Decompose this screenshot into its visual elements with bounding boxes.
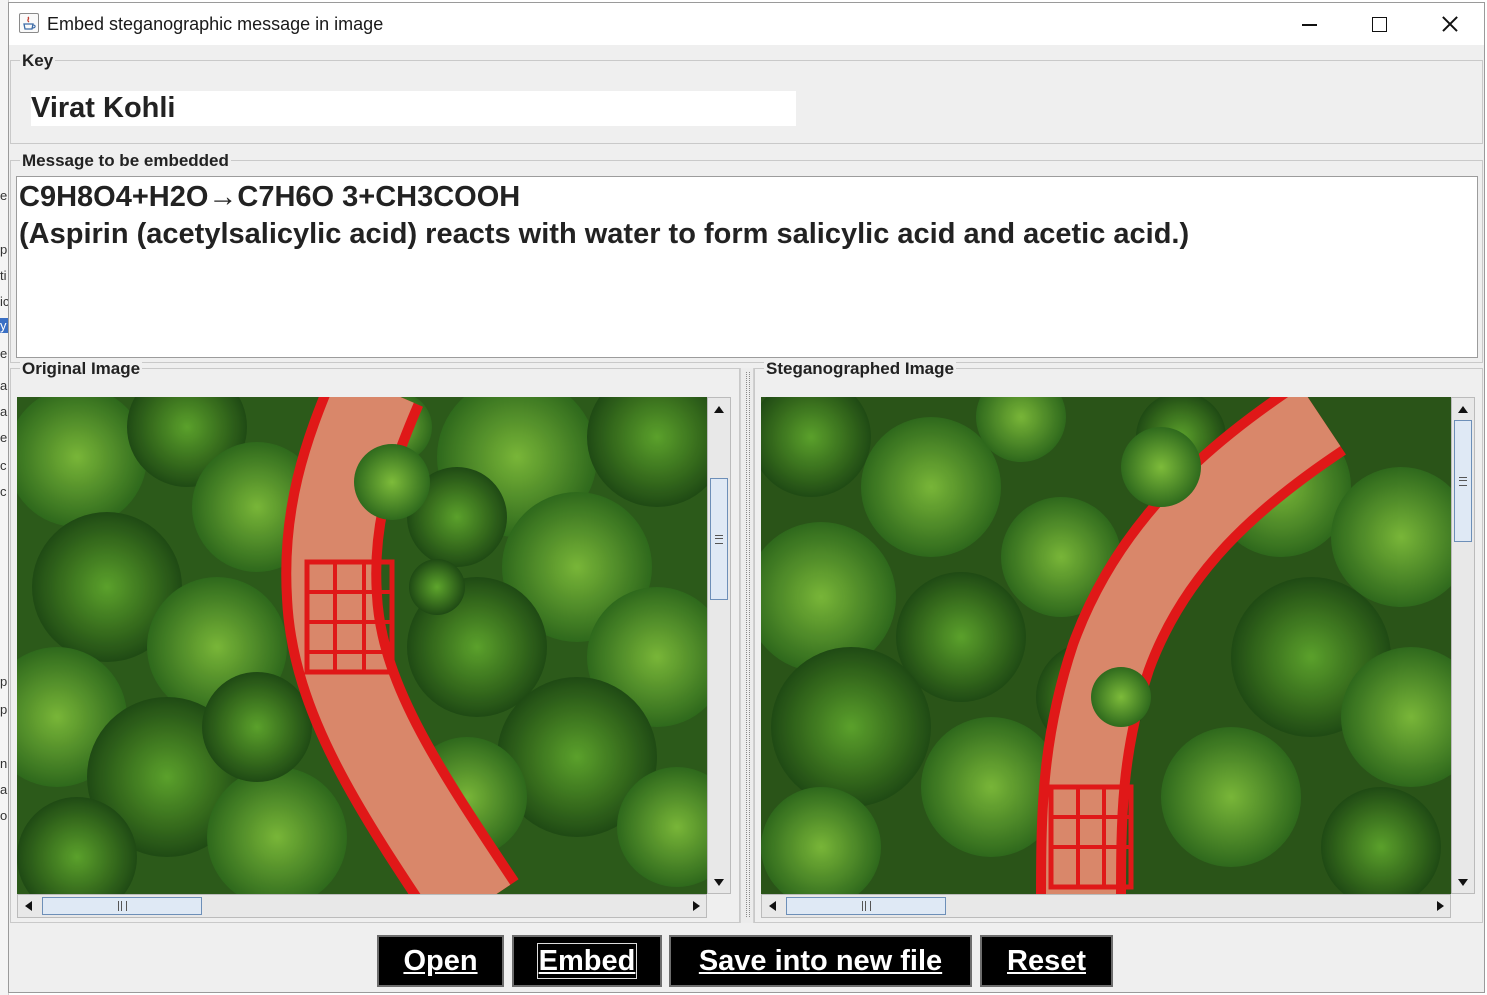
original-vertical-scrollbar[interactable] [707,397,731,894]
background-text-fragment: e [0,430,8,445]
background-text-fragment: a [0,404,8,419]
minimize-icon[interactable] [1274,3,1344,45]
reset-button[interactable]: Reset [980,935,1113,987]
scroll-left-icon[interactable] [18,895,40,917]
background-text-fragment: c [0,484,7,499]
scroll-right-icon[interactable] [1428,895,1450,917]
original-image-viewport[interactable] [17,397,707,894]
maximize-icon[interactable] [1344,3,1414,45]
message-panel: Message to be embedded C9H8O4+H2O→C7H6O … [10,151,1483,363]
original-image [17,397,707,894]
scroll-up-icon[interactable] [708,398,730,420]
background-text-fragment: p [0,702,8,717]
background-text-fragment: a [0,378,8,393]
background-text-fragment: p [0,674,8,689]
background-text-fragment: y [0,318,8,333]
key-legend: Key [20,51,56,71]
message-line-equation: C9H8O4+H2O→C7H6O 3+CH3COOH [19,181,521,213]
original-image-panel: Original Image [10,359,740,923]
close-icon[interactable] [1414,3,1484,45]
scroll-corner [707,894,731,918]
embed-button-label: Embed [536,943,638,979]
scroll-corner [1451,894,1475,918]
original-horizontal-scrollbar[interactable] [17,894,707,918]
button-bar: Open Embed Save into new file Reset [9,933,1484,991]
embed-button[interactable]: Embed [512,935,662,987]
split-pane-divider[interactable] [740,368,754,923]
horizontal-scroll-thumb[interactable] [786,897,946,915]
key-panel: Key [10,51,1483,144]
message-textarea[interactable]: C9H8O4+H2O→C7H6O 3+CH3COOH (Aspirin (ace… [16,176,1478,358]
steganographed-image [761,397,1451,894]
scroll-down-icon[interactable] [708,871,730,893]
scroll-right-icon[interactable] [684,895,706,917]
background-text-fragment: n [0,756,8,771]
save-into-new-file-button[interactable]: Save into new file [669,935,972,987]
vertical-scroll-thumb[interactable] [1454,420,1472,542]
background-text-fragment: e [0,188,8,203]
background-text-fragment: c [0,458,7,473]
vertical-scroll-thumb[interactable] [710,478,728,600]
background-text-fragment: a [0,782,8,797]
key-input[interactable] [31,91,796,126]
steganographed-vertical-scrollbar[interactable] [1451,397,1475,894]
steganographed-horizontal-scrollbar[interactable] [761,894,1451,918]
title-bar[interactable]: Embed steganographic message in image [9,3,1484,45]
open-button[interactable]: Open [377,935,504,987]
scroll-down-icon[interactable] [1452,871,1474,893]
background-text-fragment: o [0,808,8,823]
background-text-fragment: p [0,242,8,257]
background-text-fragment: ti [0,268,7,283]
message-legend: Message to be embedded [20,151,231,171]
scroll-up-icon[interactable] [1452,398,1474,420]
original-image-legend: Original Image [20,359,143,379]
scroll-left-icon[interactable] [762,895,784,917]
message-line-description: (Aspirin (acetylsalicylic acid) reacts w… [19,218,1190,250]
embed-dialog-window: Embed steganographic message in image Ke… [8,2,1485,993]
steganographed-image-panel: Steganographed Image [754,359,1483,923]
steganographed-image-legend: Steganographed Image [764,359,956,379]
window-title: Embed steganographic message in image [47,14,384,34]
java-app-icon [19,13,39,33]
horizontal-scroll-thumb[interactable] [42,897,202,915]
steganographed-image-viewport[interactable] [761,397,1451,894]
